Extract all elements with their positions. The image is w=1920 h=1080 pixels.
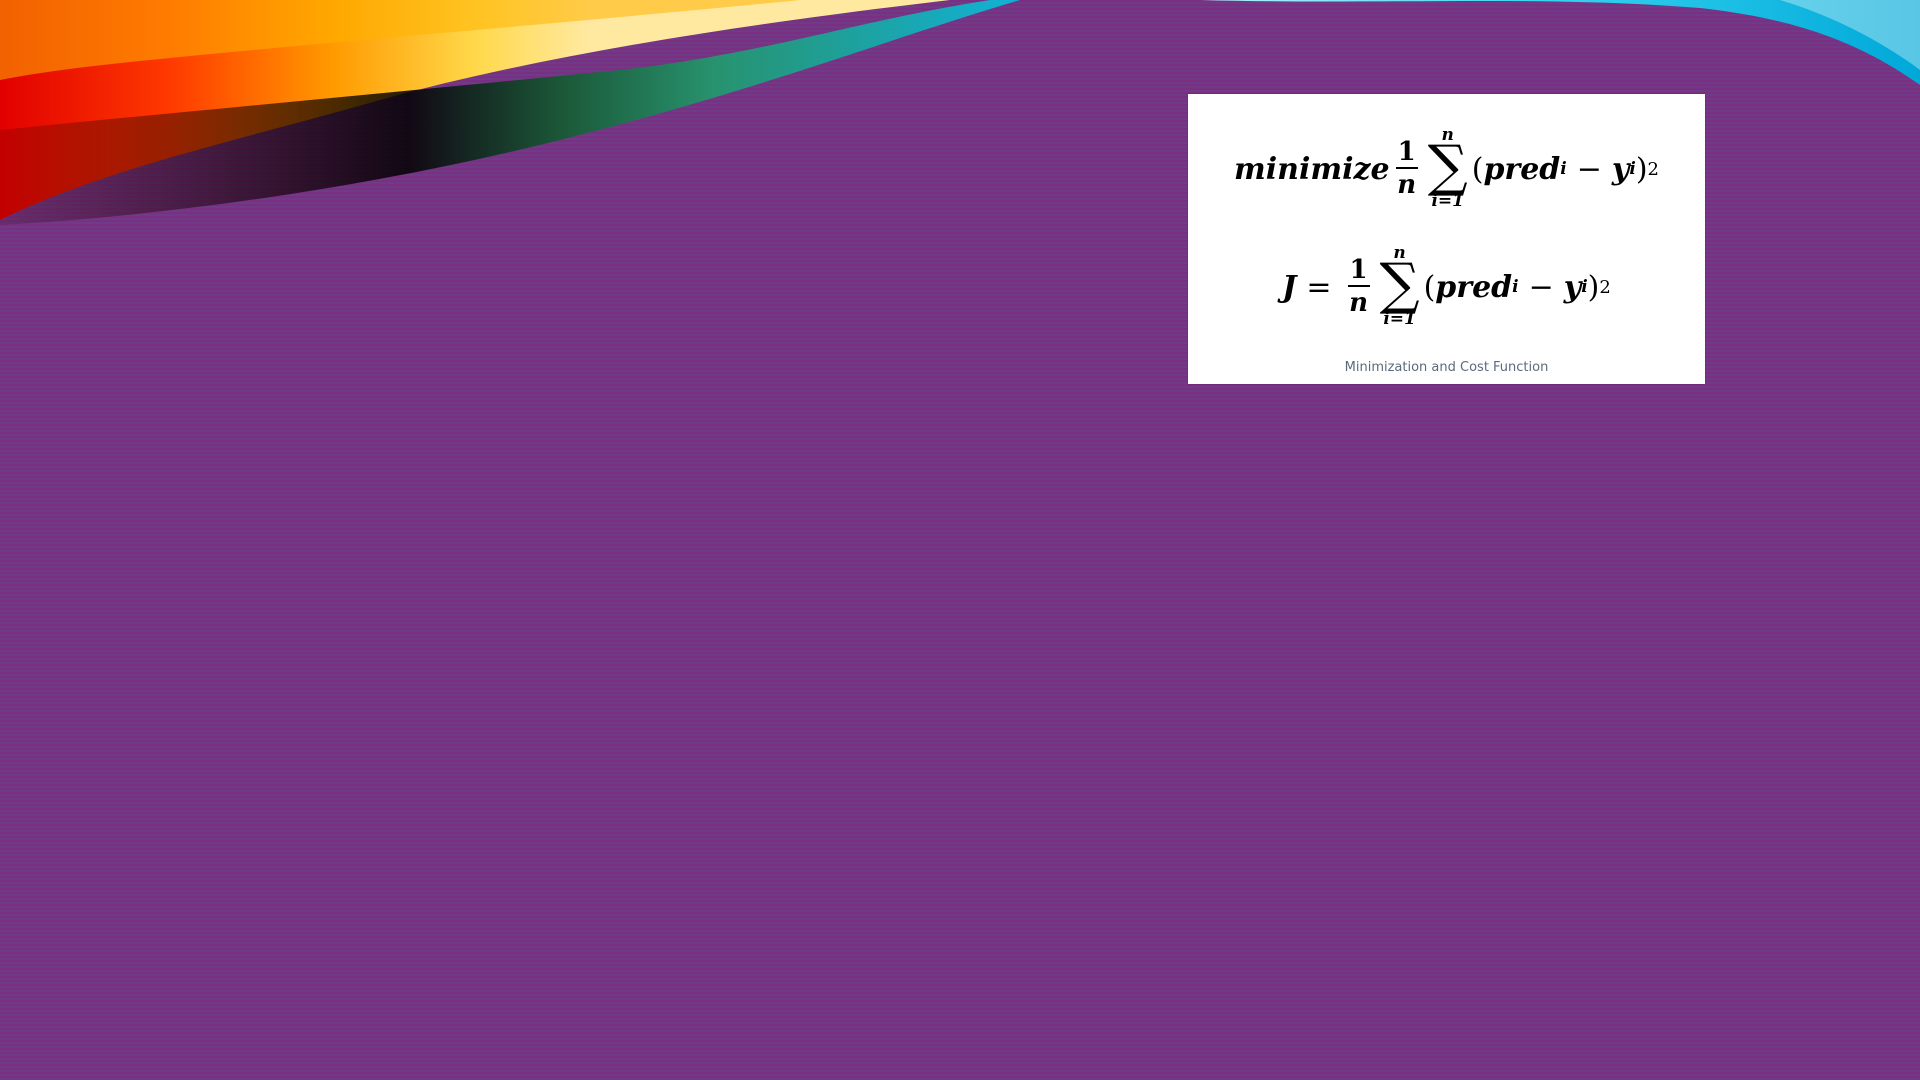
eq1-fraction: 1 n <box>1395 137 1418 201</box>
eq2-equals: = <box>1306 269 1332 305</box>
eq1-summation: n ∑ i=1 <box>1428 126 1468 212</box>
eq1-term-pred-sub: i <box>1560 159 1567 179</box>
image-caption: Minimization and Cost Function <box>1344 360 1549 375</box>
eq1-fraction-numerator: 1 <box>1395 137 1418 169</box>
eq1-prefix: minimize <box>1234 151 1390 187</box>
equation-image-card: minimize 1 n n ∑ i=1 ( pred i − yi ) 2 J =… <box>1188 94 1705 384</box>
eq2-term-y: y <box>1563 269 1582 305</box>
eq1-term-pred: pred <box>1483 151 1561 187</box>
eq1-fraction-denominator: n <box>1397 170 1417 200</box>
cost-function-equation: J = 1 n n ∑ i=1 ( pred i − yi ) 2 <box>1188 242 1705 332</box>
eq2-sum-lower: i=1 <box>1383 309 1416 329</box>
eq2-close-paren: ) <box>1587 269 1600 305</box>
eq1-close-paren: ) <box>1635 151 1648 187</box>
eq1-open-paren: ( <box>1471 151 1484 187</box>
eq1-sum-lower: i=1 <box>1431 191 1464 211</box>
eq2-fraction-numerator: 1 <box>1347 255 1370 287</box>
minimization-equation: minimize 1 n n ∑ i=1 ( pred i − yi ) 2 <box>1188 124 1705 214</box>
eq2-minus: − <box>1528 269 1554 305</box>
eq2-sigma-symbol: ∑ <box>1379 252 1420 317</box>
eq2-fraction-denominator: n <box>1349 288 1368 318</box>
eq1-term-y: y <box>1611 151 1630 187</box>
eq2-fraction: 1 n <box>1347 255 1370 319</box>
eq1-exponent: 2 <box>1647 158 1659 180</box>
eq1-sigma-symbol: ∑ <box>1427 134 1468 199</box>
eq1-minus: − <box>1576 151 1602 187</box>
eq2-term-pred: pred <box>1435 269 1513 305</box>
eq2-term-pred-sub: i <box>1512 277 1519 297</box>
eq2-exponent: 2 <box>1599 276 1611 298</box>
eq2-open-paren: ( <box>1423 269 1436 305</box>
eq2-lhs: J <box>1282 269 1297 305</box>
eq2-summation: n ∑ i=1 <box>1380 244 1420 330</box>
